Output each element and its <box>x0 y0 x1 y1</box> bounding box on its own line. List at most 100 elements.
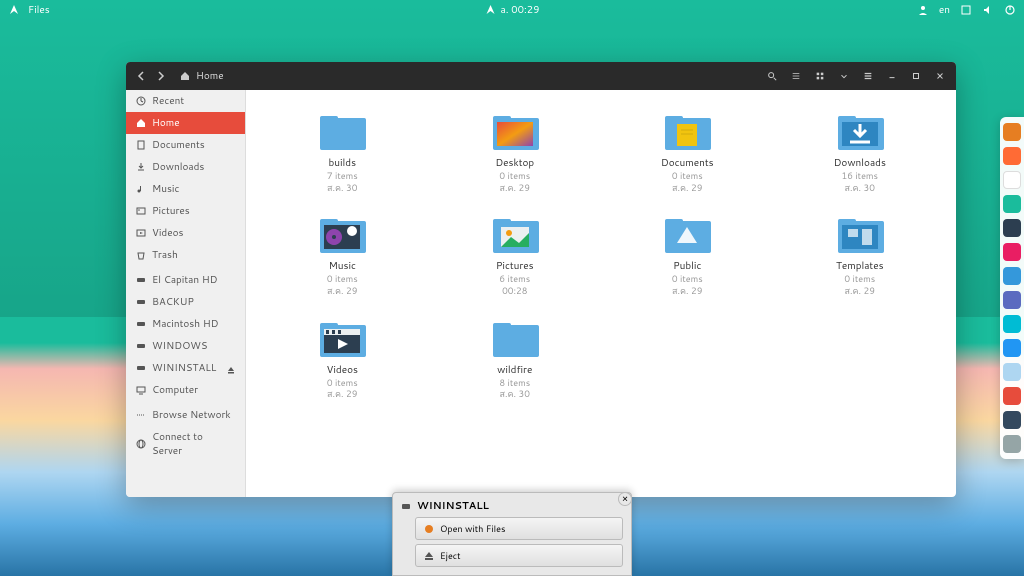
folder-wildfire[interactable]: wildfire 8 items ส.ค. 30 <box>449 317 582 400</box>
picture-icon <box>136 206 146 216</box>
folder-pictures[interactable]: Pictures 6 items 00:28 <box>449 213 582 296</box>
dock-item-10[interactable] <box>1003 363 1021 381</box>
notification-close-button[interactable]: × <box>618 492 632 506</box>
back-button[interactable] <box>134 69 148 83</box>
sidebar-item-videos[interactable]: Videos <box>126 222 245 244</box>
sidebar-item-label: Home <box>152 116 180 130</box>
active-app-label[interactable]: Files <box>28 3 50 17</box>
folder-meta: ส.ค. 29 <box>327 285 357 297</box>
menu-button[interactable] <box>860 69 876 83</box>
sidebar-item-el-capitan-hd[interactable]: El Capitan HD <box>126 269 245 291</box>
network-icon[interactable] <box>960 4 972 16</box>
drive-icon <box>136 363 146 373</box>
dock-item-1[interactable] <box>1003 147 1021 165</box>
folder-icon <box>836 110 884 150</box>
sidebar-item-label: WININSTALL <box>152 361 216 375</box>
view-list-button[interactable] <box>788 69 804 83</box>
minimize-button[interactable] <box>884 69 900 83</box>
folder-meta: 7 items <box>327 170 358 182</box>
view-grid-button[interactable] <box>812 69 828 83</box>
files-window: Home <box>126 62 956 497</box>
folder-downloads[interactable]: Downloads 16 items ส.ค. 30 <box>794 110 927 193</box>
folder-templates[interactable]: Templates 0 items ส.ค. 29 <box>794 213 927 296</box>
distro-logo-icon[interactable] <box>8 4 20 16</box>
folder-icon <box>491 213 539 253</box>
folder-builds[interactable]: builds 7 items ส.ค. 30 <box>276 110 409 193</box>
folder-videos[interactable]: Videos 0 items ส.ค. 29 <box>276 317 409 400</box>
open-with-files-button[interactable]: Open with Files <box>415 517 623 540</box>
folder-icon <box>491 317 539 357</box>
sidebar-item-label: El Capitan HD <box>152 273 218 287</box>
dock-item-8[interactable] <box>1003 315 1021 333</box>
dock-item-2[interactable] <box>1003 171 1021 189</box>
sidebar-item-backup[interactable]: BACKUP <box>126 291 245 313</box>
home-icon <box>178 69 192 83</box>
folder-label: builds <box>328 156 356 170</box>
sidebar-item-label: Documents <box>152 138 205 152</box>
folder-icon <box>318 317 366 357</box>
doc-icon <box>136 140 146 150</box>
keyboard-layout[interactable]: en <box>939 3 950 17</box>
sidebar-item-label: Pictures <box>152 204 190 218</box>
notification-title: WININSTALL <box>417 499 489 513</box>
folder-icon <box>663 213 711 253</box>
sidebar-item-computer[interactable]: Computer <box>126 379 245 401</box>
dock-item-13[interactable] <box>1003 435 1021 453</box>
sidebar-item-pictures[interactable]: Pictures <box>126 200 245 222</box>
dock-item-12[interactable] <box>1003 411 1021 429</box>
sidebar-item-wininstall[interactable]: WININSTALL <box>126 357 245 379</box>
dock-item-11[interactable] <box>1003 387 1021 405</box>
sidebar-item-trash[interactable]: Trash <box>126 244 245 266</box>
folder-desktop[interactable]: Desktop 0 items ส.ค. 29 <box>449 110 582 193</box>
forward-button[interactable] <box>154 69 168 83</box>
sidebar-item-downloads[interactable]: Downloads <box>126 156 245 178</box>
folder-meta: ส.ค. 29 <box>845 285 875 297</box>
folder-label: Templates <box>836 259 884 273</box>
sidebar-item-connect-to-server[interactable]: Connect to Server <box>126 426 245 462</box>
sidebar-item-browse-network[interactable]: Browse Network <box>126 404 245 426</box>
dock-item-6[interactable] <box>1003 267 1021 285</box>
sidebar-item-documents[interactable]: Documents <box>126 134 245 156</box>
dock-item-7[interactable] <box>1003 291 1021 309</box>
sidebar-item-windows[interactable]: WINDOWS <box>126 335 245 357</box>
dock-item-0[interactable] <box>1003 123 1021 141</box>
files-app-icon <box>424 524 434 534</box>
sidebar-item-label: Videos <box>152 226 183 240</box>
sidebar-item-macintosh-hd[interactable]: Macintosh HD <box>126 313 245 335</box>
download-icon <box>136 162 146 172</box>
sidebar-item-home[interactable]: Home <box>126 112 245 134</box>
folder-icon <box>491 110 539 150</box>
dock-item-3[interactable] <box>1003 195 1021 213</box>
sidebar-item-music[interactable]: Music <box>126 178 245 200</box>
content-area[interactable]: builds 7 items ส.ค. 30 Desktop 0 items ส… <box>246 90 956 497</box>
maximize-button[interactable] <box>908 69 924 83</box>
folder-meta: ส.ค. 30 <box>500 388 530 400</box>
clock-icon <box>136 96 146 106</box>
folder-label: Documents <box>661 156 714 170</box>
dock-item-9[interactable] <box>1003 339 1021 357</box>
volume-icon[interactable] <box>982 4 994 16</box>
folder-meta: 16 items <box>841 170 878 182</box>
clock[interactable]: a. 00:29 <box>485 3 540 17</box>
view-dropdown-button[interactable] <box>836 69 852 83</box>
folder-music[interactable]: Music 0 items ส.ค. 29 <box>276 213 409 296</box>
titlebar[interactable]: Home <box>126 62 956 90</box>
folder-label: Videos <box>327 363 358 377</box>
folder-public[interactable]: Public 0 items ส.ค. 29 <box>621 213 754 296</box>
sidebar-item-label: Recent <box>152 94 184 108</box>
eject-icon[interactable] <box>227 364 235 372</box>
path-bar[interactable]: Home <box>178 69 224 83</box>
eject-button[interactable]: Eject <box>415 544 623 567</box>
sidebar-item-label: Computer <box>152 383 198 397</box>
close-button[interactable] <box>932 69 948 83</box>
dock-item-5[interactable] <box>1003 243 1021 261</box>
drive-icon <box>136 319 146 329</box>
user-icon[interactable] <box>917 4 929 16</box>
trash-icon <box>136 250 146 260</box>
power-icon[interactable] <box>1004 4 1016 16</box>
search-button[interactable] <box>764 69 780 83</box>
dock-item-4[interactable] <box>1003 219 1021 237</box>
folder-documents[interactable]: Documents 0 items ส.ค. 29 <box>621 110 754 193</box>
sidebar-item-recent[interactable]: Recent <box>126 90 245 112</box>
mount-notification: × WININSTALL Open with Files Eject <box>392 492 632 576</box>
